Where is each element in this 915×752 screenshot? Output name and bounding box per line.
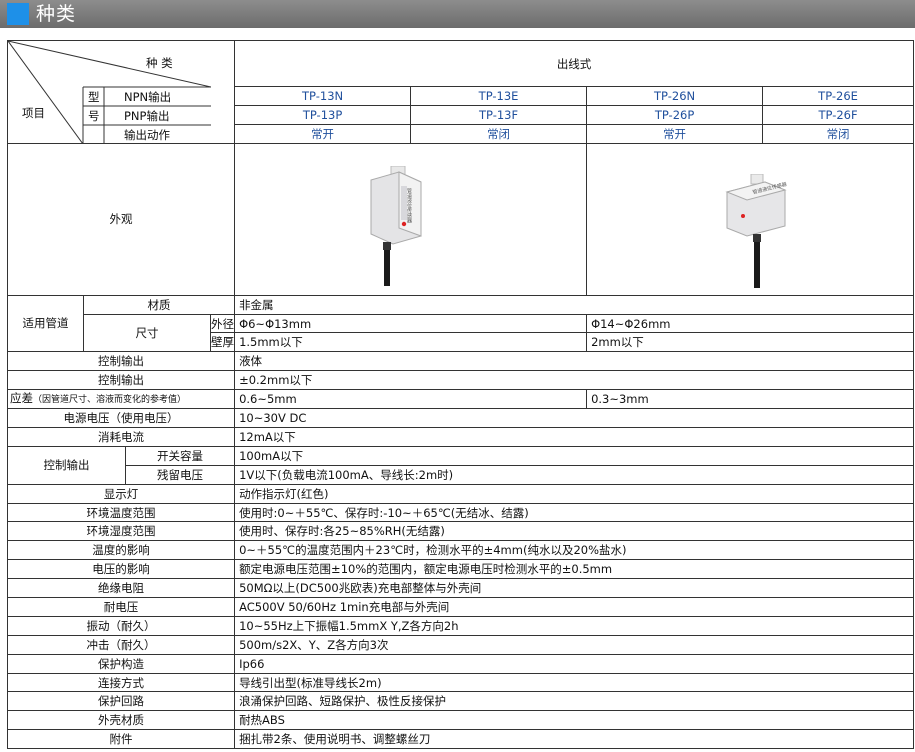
pnp-model-cell: TP-26P (586, 104, 764, 125)
precision-value: ±0.2mm以下 (234, 370, 915, 391)
sensor-small-image: 管道液位传感器 (370, 165, 422, 286)
wall-thickness-26: 2mm以下 (586, 332, 915, 353)
pnp-model-cell: TP-13F (410, 104, 588, 125)
title-accent-block (7, 3, 29, 25)
detect-object-label: 控制输出 (6, 351, 236, 372)
ambient-humidity-label: 环境湿度范围 (6, 521, 236, 542)
section-title: 种类 (36, 3, 77, 25)
npn-output-label: NPN输出 (124, 90, 172, 104)
outer-diameter-26: Φ14~Φ26mm (586, 313, 915, 334)
protection-circuit-value: 浪涌保护回路、短路保护、极性反接保护 (234, 691, 915, 712)
voltage-influence-value: 额定电源电压范围±10%的范围内，额定电源电压时检测水平的±0.5mm (234, 559, 915, 580)
pnp-model-cell: TP-26F (762, 104, 915, 125)
ambient-temp-label: 环境温度范围 (6, 502, 236, 523)
pnp-model-cell: TP-13P (234, 104, 412, 125)
npn-model-cell: TP-26E (762, 86, 915, 106)
case-material-label: 外壳材质 (6, 710, 236, 731)
protection-structure-label: 保护构造 (6, 653, 236, 674)
hysteresis-26: 0.3~3mm (586, 389, 915, 410)
sensor-small-image-cell: 管道液位传感器 (234, 142, 588, 296)
protection-circuit-label: 保护回路 (6, 691, 236, 712)
detect-object-value: 液体 (234, 351, 915, 372)
withstand-voltage-value: AC500V 50/60Hz 1min充电部与外壳间 (234, 597, 915, 617)
temp-influence-label: 温度的影响 (6, 540, 236, 561)
npn-model-cell: TP-26N (586, 86, 764, 106)
residual-voltage-value: 1V以下(负载电流100mA、导线长:2m时) (234, 464, 915, 485)
shock-label: 冲击（耐久） (6, 634, 236, 655)
control-output-label: 控制输出 (7, 445, 126, 485)
npn-model-cell: TP-13N (234, 86, 412, 106)
temp-influence-value: 0~＋55℃的温度范围内＋23℃时，检测水平的±4mm(纯水以及20%盐水) (234, 540, 915, 561)
action-cell: 常开 (234, 123, 412, 144)
material-label: 材质 (82, 294, 236, 315)
vibration-label: 振动（耐久） (6, 615, 236, 636)
voltage-influence-label: 电压的影响 (6, 559, 236, 580)
connection-label: 连接方式 (6, 672, 236, 693)
spec-table: 种 类 项目 型 号 NPN输出 PNP输出 输出动作 出线式 TP-13N T… (6, 40, 915, 750)
protection-structure-value: Ip66 (234, 653, 915, 674)
section-title-bar: 种类 (0, 0, 915, 28)
current-consumption-label: 消耗电流 (6, 427, 236, 447)
action-cell: 常闭 (410, 123, 588, 144)
sensor-large-image: 管道液位传感器 (725, 173, 788, 288)
corner-item-label: 项目 (22, 106, 45, 120)
corner-kind-label: 种 类 (146, 56, 173, 70)
ambient-humidity-value: 使用时、保存时:各25~85%RH(无结露) (234, 521, 915, 542)
action-cell: 常开 (586, 123, 764, 144)
indicator-label: 显示灯 (6, 483, 236, 504)
npn-model-cell: TP-13E (410, 86, 588, 106)
corner-header-cell: 种 类 项目 型 号 NPN输出 PNP输出 输出动作 (6, 40, 236, 144)
indicator-value: 动作指示灯(红色) (234, 483, 915, 504)
hysteresis-13: 0.6~5mm (234, 389, 588, 410)
size-label: 尺寸 (83, 313, 211, 353)
hysteresis-note: （因管道尺寸、溶液而变化的参考值） (33, 395, 187, 406)
connection-value: 导线引出型(标准导线长2m) (234, 672, 915, 693)
hysteresis-label-cell: 应差（因管道尺寸、溶液而变化的参考值） (6, 389, 236, 410)
insulation-label: 绝缘电阻 (6, 578, 236, 599)
material-value: 非金属 (234, 294, 915, 315)
withstand-voltage-label: 耐电压 (6, 597, 236, 617)
hysteresis-label: 应差 (10, 391, 33, 406)
corner-type-char2: 号 (88, 109, 100, 123)
switch-capacity-label: 开关容量 (124, 445, 236, 466)
pipe-group-label: 适用管道 (7, 294, 84, 353)
outer-diameter-13: Φ6~Φ13mm (234, 313, 588, 334)
outer-diameter-label: 外径 (209, 313, 236, 334)
switch-capacity-value: 100mA以下 (234, 445, 915, 466)
corner-diagonal-lines (8, 41, 211, 143)
wall-thickness-label: 壁厚 (209, 332, 236, 353)
appearance-label: 外观 (6, 142, 236, 296)
action-cell: 常闭 (762, 123, 915, 144)
supply-voltage-value: 10~30V DC (234, 408, 915, 429)
sensor-large-image-cell: 管道液位传感器 (586, 142, 915, 296)
current-consumption-value: 12mA以下 (234, 427, 915, 447)
sensor-small-label: 管道液位传感器 (406, 187, 412, 224)
accessories-label: 附件 (6, 729, 236, 750)
output-action-label: 输出动作 (124, 128, 170, 142)
case-material-value: 耐热ABS (234, 710, 915, 731)
corner-type-char1: 型 (88, 90, 100, 104)
vibration-value: 10~55Hz上下振幅1.5mmX Y,Z各方向2h (234, 615, 915, 636)
residual-voltage-label: 残留电压 (124, 464, 236, 485)
wall-thickness-13: 1.5mm以下 (234, 332, 588, 353)
insulation-value: 50MΩ以上(DC500兆欧表)充电部整体与外壳间 (234, 578, 915, 599)
accessories-value: 捆扎带2条、使用说明书、调整螺丝刀 (234, 729, 915, 750)
supply-voltage-label: 电源电压（使用电压） (6, 408, 236, 429)
precision-label: 控制输出 (6, 370, 236, 391)
output-style-header: 出线式 (234, 40, 915, 87)
ambient-temp-value: 使用时:0~＋55℃、保存时:-10~＋65℃(无结冰、结露) (234, 502, 915, 523)
pnp-output-label: PNP输出 (124, 109, 170, 123)
shock-value: 500m/s2X、Y、Z各方向3次 (234, 634, 915, 655)
